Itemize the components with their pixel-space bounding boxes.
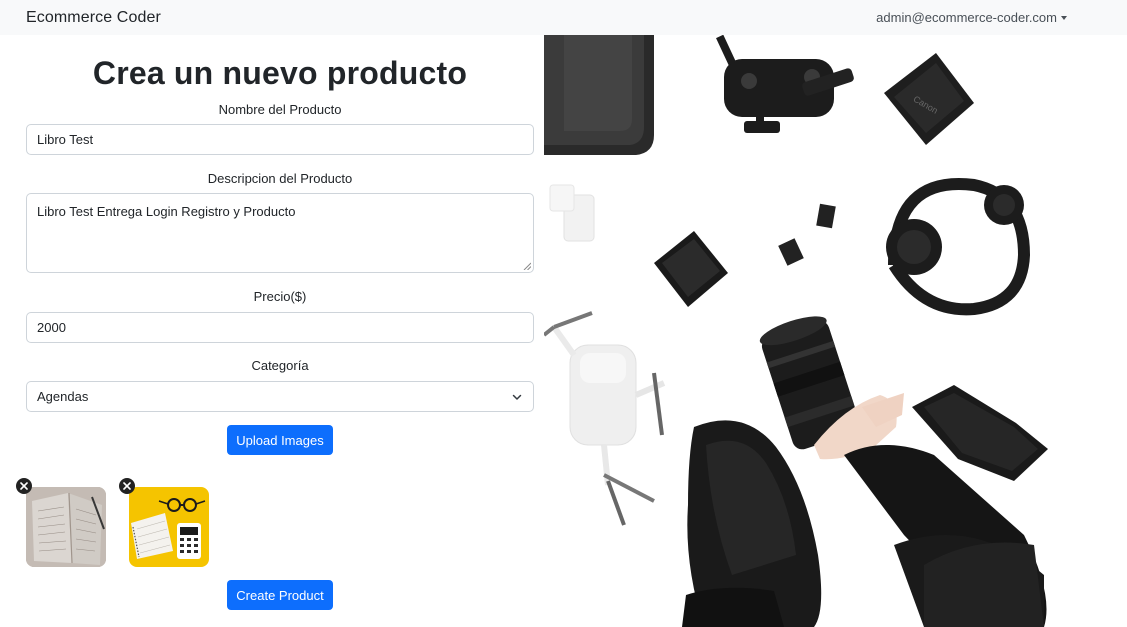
user-email: admin@ecommerce-coder.com [876, 10, 1057, 25]
close-icon [20, 482, 28, 490]
caret-down-icon [1061, 15, 1067, 20]
remove-image-button[interactable] [16, 478, 32, 494]
product-name-input[interactable]: Libro Test [26, 124, 534, 155]
user-menu-dropdown[interactable]: admin@ecommerce-coder.com [876, 10, 1067, 25]
chevron-down-icon [512, 394, 522, 400]
description-label: Descripcion del Producto [207, 171, 353, 186]
category-label: Categoría [251, 358, 309, 373]
top-navbar: Ecommerce Coder admin@ecommerce-coder.co… [0, 0, 1127, 35]
flatlay-gadgets-illustration: Canon [544, 35, 1127, 627]
uploaded-image-thumbnail [26, 487, 106, 567]
product-description-textarea[interactable]: Libro Test Entrega Login Registro y Prod… [26, 193, 534, 273]
product-form: Crea un nuevo producto Nombre del Produc… [0, 35, 544, 627]
page-title: Crea un nuevo producto [92, 55, 468, 91]
uploaded-image-thumbnail [129, 487, 209, 567]
close-icon [123, 482, 131, 490]
remove-image-button[interactable] [119, 478, 135, 494]
camera-case-shape [544, 35, 654, 155]
hero-image-gadgets: Canon [544, 35, 1127, 627]
product-name-value: Libro Test [37, 132, 94, 147]
upload-images-button[interactable]: Upload Images [227, 425, 333, 455]
price-value: 2000 [37, 320, 66, 335]
notebook-glasses-calculator-image [129, 487, 209, 567]
product-description-value: Libro Test Entrega Login Registro y Prod… [37, 204, 296, 219]
category-selected-value: Agendas [37, 389, 89, 404]
brand-link[interactable]: Ecommerce Coder [26, 9, 161, 27]
create-product-button[interactable]: Create Product [227, 580, 333, 610]
resize-grip-icon[interactable] [523, 262, 531, 270]
category-select[interactable]: Agendas [26, 381, 534, 412]
price-input[interactable]: 2000 [26, 312, 534, 343]
open-notebook-image [26, 487, 106, 567]
name-label: Nombre del Producto [218, 102, 342, 117]
price-label: Precio($) [253, 289, 307, 304]
